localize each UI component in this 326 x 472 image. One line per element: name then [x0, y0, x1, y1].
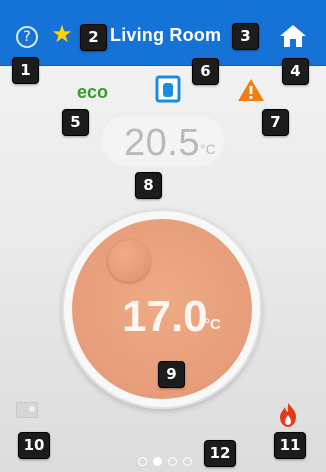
question-circle-icon[interactable]: ? — [16, 26, 38, 48]
callout-badge-9: 9 — [158, 361, 185, 388]
warning-triangle-icon — [236, 77, 266, 103]
flame-icon — [278, 402, 298, 428]
setpoint-value: 17.0 — [122, 292, 208, 341]
callout-badge-12: 12 — [204, 440, 236, 467]
star-icon[interactable]: ★ — [50, 22, 74, 46]
callout-badge-7: 7 — [262, 109, 289, 136]
callout-badge-6: 6 — [192, 58, 219, 85]
setpoint-unit: °C — [204, 316, 221, 333]
current-temperature-value: 20.5 — [124, 122, 200, 164]
page-dot-1[interactable] — [138, 457, 147, 466]
callout-badge-3: 3 — [232, 23, 259, 50]
window-open-icon — [155, 75, 181, 103]
home-icon[interactable] — [278, 23, 308, 49]
callout-badge-4: 4 — [282, 58, 309, 85]
callout-badge-11: 11 — [274, 432, 306, 459]
callout-badge-10: 10 — [18, 432, 50, 459]
page-dot-4[interactable] — [183, 457, 192, 466]
current-temperature-unit: °C — [200, 141, 216, 157]
page-indicator[interactable] — [138, 457, 198, 469]
callout-badge-8: 8 — [135, 172, 162, 199]
eco-label: eco — [77, 82, 109, 102]
callout-badge-2: 2 — [80, 24, 107, 51]
callout-badge-1: 1 — [12, 57, 39, 84]
dial-knob-handle[interactable] — [108, 240, 150, 282]
toggle-switch-icon[interactable] — [16, 402, 38, 418]
page-dot-3[interactable] — [168, 457, 177, 466]
callout-badge-5: 5 — [62, 109, 89, 136]
page-dot-2[interactable] — [153, 457, 162, 466]
